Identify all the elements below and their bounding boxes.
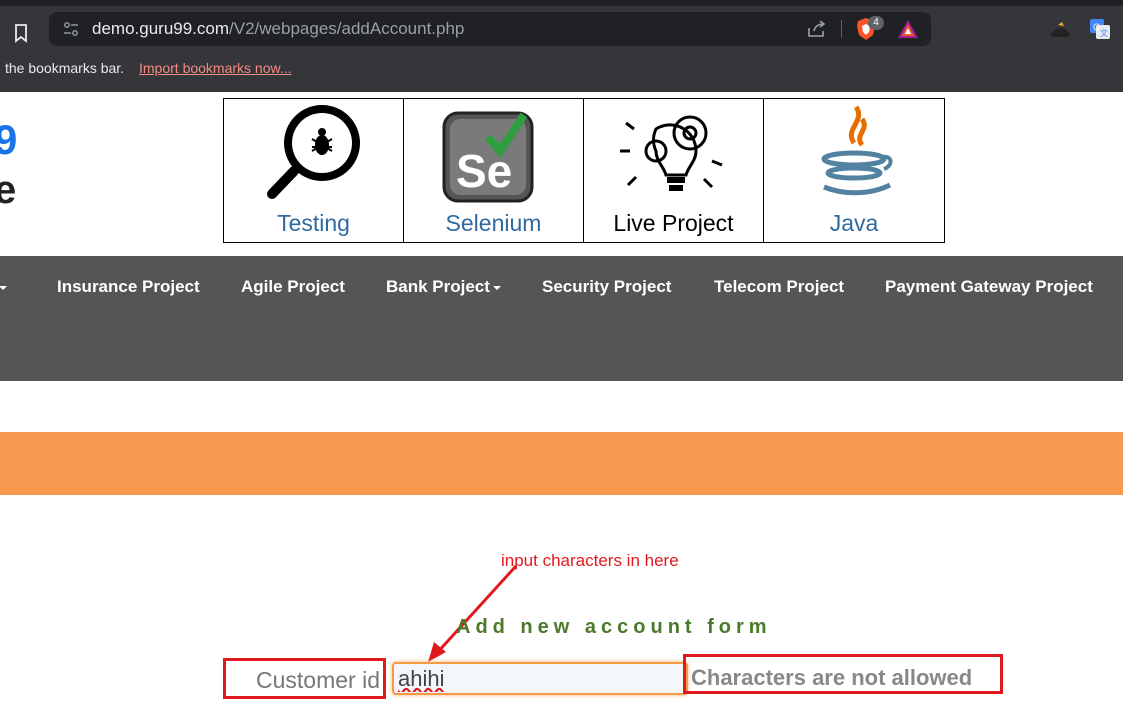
svg-text:G: G	[1093, 22, 1100, 32]
shields-count-badge: 4	[868, 16, 884, 30]
nav-item-bank-project[interactable]: Bank Project	[386, 277, 501, 297]
banner-label-testing: Testing	[277, 210, 350, 236]
banner-live-project[interactable]: Live Project	[584, 99, 764, 242]
url-path: /V2/webpages/addAccount.php	[229, 19, 465, 38]
banner-label-selenium: Selenium	[445, 210, 542, 236]
selenium-logo-icon: Se	[442, 111, 534, 203]
orange-header-band	[0, 432, 1123, 495]
import-bookmarks-link[interactable]: Import bookmarks now...	[139, 60, 292, 76]
site-logo-fragment[interactable]: 9	[0, 116, 17, 164]
main-navbar: Insurance Project Agile Project Bank Pro…	[0, 256, 1123, 381]
chevron-down-icon	[0, 285, 7, 290]
lightbulb-gear-icon	[620, 115, 723, 191]
svg-text:Se: Se	[456, 145, 512, 197]
course-banner: Testing Se Selenium Live Project Java	[223, 98, 945, 243]
bookmarks-bar-text: the bookmarks bar.	[5, 60, 125, 76]
translate-extension-icon[interactable]: G 文	[1089, 18, 1111, 40]
banner-testing[interactable]: Testing	[224, 99, 404, 242]
nav-item-agile-project[interactable]: Agile Project	[241, 277, 345, 297]
nav-item-insurance-project[interactable]: Insurance Project	[57, 277, 200, 297]
customer-id-label: Customer id	[256, 667, 380, 693]
banner-java[interactable]: Java	[764, 99, 944, 242]
brave-rewards-icon[interactable]	[897, 19, 919, 39]
annotation-text: input characters in here	[501, 551, 679, 570]
nav-item-truncated-dropdown[interactable]	[0, 277, 7, 297]
annotation-arrow-icon	[428, 564, 518, 662]
banner-label-live-project: Live Project	[613, 210, 734, 236]
nav-item-telecom-project[interactable]: Telecom Project	[714, 277, 844, 297]
nav-item-bank-project-label: Bank Project	[386, 277, 490, 296]
java-cup-icon	[821, 105, 893, 196]
url-host: demo.guru99.com	[92, 19, 230, 38]
nav-item-security-project[interactable]: Security Project	[542, 277, 671, 297]
svg-text:文: 文	[1100, 28, 1108, 38]
site-logo-fragment-2[interactable]: e	[0, 168, 16, 213]
bookmark-icon[interactable]	[13, 23, 29, 43]
customer-id-input[interactable]	[392, 662, 688, 695]
share-icon[interactable]	[807, 20, 827, 38]
address-bar[interactable]: demo.guru99.com/V2/webpages/addAccount.p…	[49, 12, 931, 46]
browser-chrome: demo.guru99.com/V2/webpages/addAccount.p…	[0, 6, 1123, 92]
error-message: Characters are not allowed	[691, 665, 973, 690]
form-title: Add new account form	[456, 616, 772, 638]
extension-icon[interactable]	[1048, 20, 1072, 40]
magnifier-bug-icon	[267, 105, 360, 199]
url-text: demo.guru99.com/V2/webpages/addAccount.p…	[92, 19, 464, 39]
site-info-icon[interactable]	[63, 21, 79, 37]
address-bar-divider	[841, 20, 842, 38]
nav-item-payment-gateway-project[interactable]: Payment Gateway Project	[885, 277, 1093, 297]
banner-selenium[interactable]: Se Selenium	[404, 99, 584, 242]
banner-label-java: Java	[829, 210, 879, 236]
chevron-down-icon	[492, 285, 501, 290]
